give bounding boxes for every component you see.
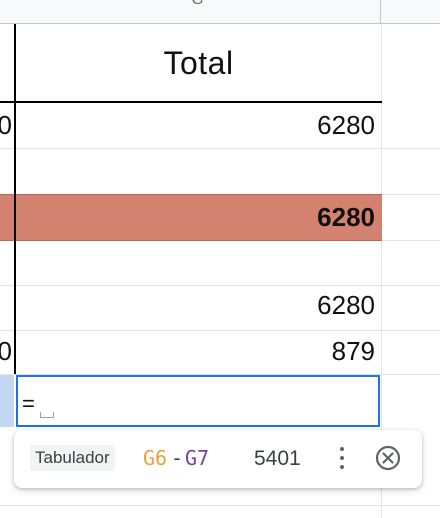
formula-suggestion-popup[interactable]: Tabulador G6 - G7 5401 [14, 430, 422, 488]
more-vert-icon[interactable] [330, 443, 354, 473]
left-cell-fragment[interactable]: 0 [0, 336, 12, 367]
column-header-label: G [192, 0, 204, 8]
column-header-g[interactable]: G [15, 0, 381, 24]
gridline [0, 505, 440, 506]
tab-key-chip: Tabulador [30, 445, 115, 471]
total-cell-highlighted[interactable]: 6280 [16, 202, 381, 233]
cell-border-left [14, 24, 16, 374]
range-end-ref: G7 [185, 446, 210, 470]
space-marker-icon [40, 412, 54, 418]
selected-row-highlight [0, 375, 14, 427]
column-header-h[interactable] [381, 0, 440, 24]
suggested-result: 5401 [254, 447, 301, 470]
active-cell-editor[interactable] [16, 375, 380, 427]
gridline [0, 148, 440, 149]
formula-input-text[interactable]: = [22, 392, 35, 416]
total-cell[interactable]: 879 [16, 336, 381, 367]
total-cell[interactable]: 6280 [16, 290, 381, 321]
column-header-f[interactable] [0, 0, 15, 24]
left-cell-fragment[interactable]: 0 [0, 110, 12, 141]
close-circle-icon[interactable] [374, 444, 402, 472]
cell-border-bottom [0, 101, 382, 103]
gridline [0, 330, 440, 331]
total-header-cell[interactable]: Total [16, 25, 381, 101]
total-cell[interactable]: 6280 [16, 110, 381, 141]
range-separator: - [171, 446, 184, 470]
gridline [0, 285, 440, 286]
range-start-ref: G6 [143, 446, 168, 470]
